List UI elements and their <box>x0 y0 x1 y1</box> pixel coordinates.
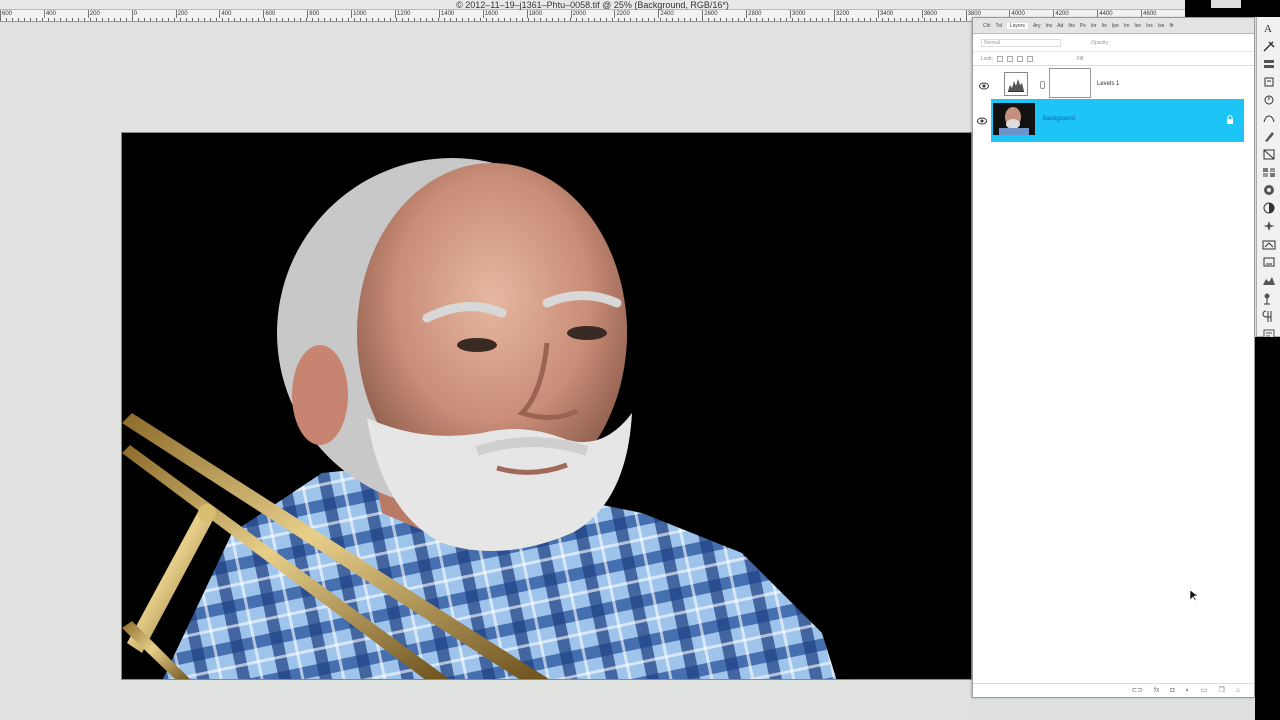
visibility-eye-icon[interactable] <box>979 82 989 90</box>
type-icon[interactable]: A <box>1261 21 1277 35</box>
mask-icon[interactable]: ◘ <box>1170 687 1174 695</box>
panel-tab-ihs[interactable]: Ihs <box>1068 23 1075 29</box>
photo-canvas[interactable] <box>121 132 972 680</box>
panel-tab-ise[interactable]: Ise <box>1134 23 1141 29</box>
panel-tab-ps[interactable]: Ps <box>1080 23 1086 29</box>
panel-tab-ins[interactable]: Ins <box>1045 23 1052 29</box>
lock-all-icon[interactable] <box>1026 55 1033 62</box>
ruler-label: 3600 <box>921 10 966 18</box>
actions-icon[interactable] <box>1261 93 1277 107</box>
layer-lock-icon <box>1227 115 1233 124</box>
paths-icon[interactable] <box>1261 111 1277 125</box>
ruler-label: 400 <box>219 10 263 18</box>
lock-pixels-icon[interactable] <box>1006 55 1013 62</box>
ruler-label: 200 <box>87 10 132 18</box>
ruler-label: 200 <box>175 10 220 18</box>
panel-tab-layers[interactable]: Layers <box>1006 22 1028 29</box>
new-layer-icon[interactable]: ❐ <box>1218 687 1224 695</box>
trash-icon[interactable]: ⌂ <box>1236 687 1240 695</box>
adjustments-icon[interactable] <box>1261 219 1277 233</box>
panel-tab-ios[interactable]: Ios <box>1146 23 1153 29</box>
navigator-icon[interactable] <box>1261 237 1277 251</box>
panel-tab-ior[interactable]: Ior <box>1091 23 1097 29</box>
lock-position-icon[interactable] <box>1016 55 1023 62</box>
mouse-cursor-icon <box>1190 590 1198 602</box>
ruler-label: 1000 <box>351 10 395 18</box>
clone-icon[interactable] <box>1261 291 1277 305</box>
tools-icon[interactable] <box>1261 39 1277 53</box>
blend-mode-select[interactable]: Normal <box>981 38 1061 47</box>
panel-tab-tol[interactable]: Tol <box>996 23 1002 29</box>
document-canvas[interactable] <box>0 22 972 720</box>
lock-transparency-icon[interactable] <box>996 55 1003 62</box>
panel-tab-chl[interactable]: Chl <box>983 23 991 29</box>
lock-row: Lock: Fill: <box>973 52 1254 66</box>
ruler-label: 3000 <box>790 10 834 18</box>
panel-tab-ary[interactable]: Ary <box>1033 23 1041 29</box>
history-icon[interactable] <box>1261 75 1277 89</box>
levels-adjustment-icon <box>1004 72 1028 96</box>
opacity-label[interactable]: Opacity: <box>1091 40 1109 46</box>
link-icon[interactable]: ⊂⊃ <box>1131 687 1143 695</box>
ruler-label: 1600 <box>482 10 527 18</box>
layers-icon[interactable] <box>1261 57 1277 71</box>
lock-label: Lock: <box>981 55 993 62</box>
ruler-label: 3200 <box>833 10 878 18</box>
background-layer-thumbnail <box>993 103 1035 135</box>
ruler-label: 800 <box>307 10 351 18</box>
ruler-label: 1800 <box>526 10 571 18</box>
info-icon[interactable] <box>1261 255 1277 269</box>
visibility-eye-icon[interactable] <box>977 117 987 125</box>
panel-dock-toolbar: A <box>1256 17 1280 340</box>
screen-edge <box>1185 0 1280 17</box>
mini-window <box>1211 0 1241 8</box>
fx-icon[interactable]: fx <box>1154 687 1159 695</box>
ruler-label: 1200 <box>395 10 439 18</box>
paragraph-icon[interactable] <box>1261 309 1277 323</box>
panel-tab-ipe[interactable]: Ipe <box>1112 23 1119 29</box>
screen-edge-strip <box>1255 337 1280 720</box>
styles-icon[interactable] <box>1261 183 1277 197</box>
ruler-label: 2400 <box>658 10 702 18</box>
panel-tab-ifr[interactable]: Ifr <box>1169 23 1173 29</box>
layers-panel-footer: ⊂⊃ fx ◘ ◐ ▭ ❐ ⌂ <box>973 683 1254 697</box>
ruler-label: 3400 <box>877 10 922 18</box>
ruler-label: 1400 <box>438 10 483 18</box>
fill-label[interactable]: Fill: <box>1077 56 1085 62</box>
ruler-label: 2000 <box>570 10 615 18</box>
brush-icon[interactable] <box>1261 129 1277 143</box>
document-title-bar[interactable]: © 2012–11–19–j1361–Phtu–0058.tif @ 25% (… <box>0 0 1185 10</box>
panel-tab-im[interactable]: Im <box>1124 23 1130 29</box>
ruler-label: 2200 <box>614 10 658 18</box>
ruler-label: 400 <box>43 10 88 18</box>
panel-tab-ad[interactable]: Ad <box>1057 23 1063 29</box>
svg-text:A: A <box>1264 23 1272 35</box>
blend-options-row: Normal Opacity: <box>973 34 1254 52</box>
panel-tab-ise[interactable]: Ise <box>1158 23 1165 29</box>
ruler-label: 0 <box>131 10 176 18</box>
transform-icon[interactable] <box>1261 147 1277 161</box>
layer-mask-thumbnail[interactable] <box>1049 68 1091 98</box>
ruler-label: 600 <box>263 10 307 18</box>
group-icon[interactable]: ▭ <box>1201 687 1208 695</box>
mask-link-icon[interactable] <box>1040 81 1045 89</box>
document-title: © 2012–11–19–j1361–Phtu–0058.tif @ 25% (… <box>456 0 729 10</box>
adjustment-icon[interactable]: ◐ <box>1186 687 1190 695</box>
panel-tab-iio[interactable]: Iio <box>1102 23 1107 29</box>
photoshop-window: © 2012–11–19–j1361–Phtu–0058.tif @ 25% (… <box>0 0 1280 720</box>
histogram-icon[interactable] <box>1261 273 1277 287</box>
layer-name-background[interactable]: Background <box>1043 116 1075 122</box>
layer-row-background[interactable]: Background <box>977 99 1244 142</box>
swatches-icon[interactable] <box>1261 165 1277 179</box>
layers-panel: Chl Tol Layers Ary Ins Ad Ihs Ps Ior Iio Ipe Im Ise I… <box>972 17 1255 698</box>
panel-tab-bar: Chl Tol Layers Ary Ins Ad Ihs Ps Ior Iio Ipe Im Ise I… <box>973 18 1254 34</box>
portrait-photo <box>122 133 971 679</box>
ruler-label: 2600 <box>702 10 746 18</box>
ruler-label: 600 <box>0 10 44 18</box>
ruler-label: 2800 <box>746 10 790 18</box>
channels-icon[interactable] <box>1261 201 1277 215</box>
layer-name-levels[interactable]: Levels 1 <box>1097 81 1119 87</box>
